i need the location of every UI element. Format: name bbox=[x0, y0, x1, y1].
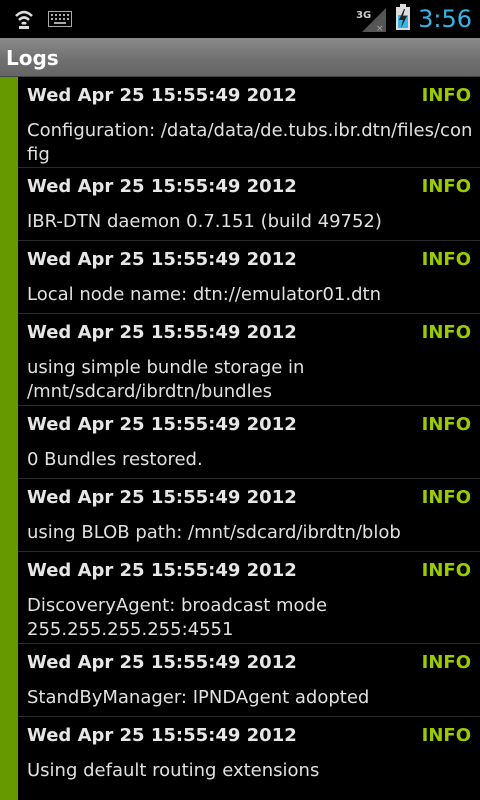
log-date: Wed Apr 25 15:55:49 2012 bbox=[27, 85, 297, 106]
battery-charging-icon bbox=[394, 3, 412, 35]
log-date: Wed Apr 25 15:55:49 2012 bbox=[27, 725, 297, 746]
log-message: Local node name: dtn://emulator01.dtn bbox=[27, 284, 381, 305]
log-level-marker bbox=[0, 77, 18, 168]
log-level: INFO bbox=[421, 652, 471, 673]
log-date: Wed Apr 25 15:55:49 2012 bbox=[27, 322, 297, 343]
log-level-marker bbox=[0, 241, 18, 314]
log-message: using simple bundle storage in /mnt/sdca… bbox=[27, 357, 305, 402]
log-message: StandByManager: IPNDAgent adopted bbox=[27, 687, 370, 708]
log-entry[interactable]: Wed Apr 25 15:55:49 2012 INFO DiscoveryA… bbox=[0, 552, 480, 644]
status-bar: 3G × 3:56 bbox=[0, 0, 480, 38]
keyboard-icon bbox=[48, 11, 72, 31]
log-entry[interactable]: Wed Apr 25 15:55:49 2012 INFO 0 Bundles … bbox=[0, 406, 480, 479]
log-message: Using default routing extensions bbox=[27, 760, 320, 781]
log-level: INFO bbox=[421, 725, 471, 746]
log-level-marker bbox=[0, 644, 18, 717]
log-level-marker bbox=[0, 717, 18, 800]
log-level: INFO bbox=[421, 487, 471, 508]
log-level-marker bbox=[0, 168, 18, 241]
log-level-marker bbox=[0, 406, 18, 479]
log-entry[interactable]: Wed Apr 25 15:55:49 2012 INFO StandByMan… bbox=[0, 644, 480, 717]
log-entry[interactable]: Wed Apr 25 15:55:49 2012 INFO Configurat… bbox=[0, 77, 480, 168]
status-clock: 3:56 bbox=[418, 5, 472, 33]
log-level: INFO bbox=[421, 560, 471, 581]
log-date: Wed Apr 25 15:55:49 2012 bbox=[27, 652, 297, 673]
svg-text:×: × bbox=[376, 24, 384, 34]
log-date: Wed Apr 25 15:55:49 2012 bbox=[27, 560, 297, 581]
log-level: INFO bbox=[421, 249, 471, 270]
log-entry[interactable]: Wed Apr 25 15:55:49 2012 INFO Local node… bbox=[0, 241, 480, 314]
log-message: IBR-DTN daemon 0.7.151 (build 49752) bbox=[27, 211, 382, 232]
log-entry[interactable]: Wed Apr 25 15:55:49 2012 INFO IBR-DTN da… bbox=[0, 168, 480, 241]
log-level-marker bbox=[0, 479, 18, 552]
wifi-icon bbox=[14, 8, 34, 34]
log-level-marker bbox=[0, 314, 18, 406]
log-message: DiscoveryAgent: broadcast mode 255.255.2… bbox=[27, 595, 328, 640]
title-bar: Logs bbox=[0, 38, 480, 77]
log-level: INFO bbox=[421, 85, 471, 106]
log-level: INFO bbox=[421, 322, 471, 343]
log-date: Wed Apr 25 15:55:49 2012 bbox=[27, 487, 297, 508]
log-entry[interactable]: Wed Apr 25 15:55:49 2012 INFO using simp… bbox=[0, 314, 480, 406]
log-message: 0 Bundles restored. bbox=[27, 449, 203, 470]
log-level-marker bbox=[0, 552, 18, 644]
signal-icon: 3G × bbox=[356, 4, 388, 34]
log-message: Configuration: /data/data/de.tubs.ibr.dt… bbox=[27, 120, 473, 165]
page-title: Logs bbox=[6, 46, 59, 70]
log-level: INFO bbox=[421, 414, 471, 435]
log-date: Wed Apr 25 15:55:49 2012 bbox=[27, 414, 297, 435]
network-type-label: 3G bbox=[356, 10, 372, 21]
log-entry[interactable]: Wed Apr 25 15:55:49 2012 INFO using BLOB… bbox=[0, 479, 480, 552]
log-level: INFO bbox=[421, 176, 471, 197]
log-entry[interactable]: Wed Apr 25 15:55:49 2012 INFO Using defa… bbox=[0, 717, 480, 800]
log-date: Wed Apr 25 15:55:49 2012 bbox=[27, 249, 297, 270]
log-message: using BLOB path: /mnt/sdcard/ibrdtn/blob bbox=[27, 522, 401, 543]
log-date: Wed Apr 25 15:55:49 2012 bbox=[27, 176, 297, 197]
